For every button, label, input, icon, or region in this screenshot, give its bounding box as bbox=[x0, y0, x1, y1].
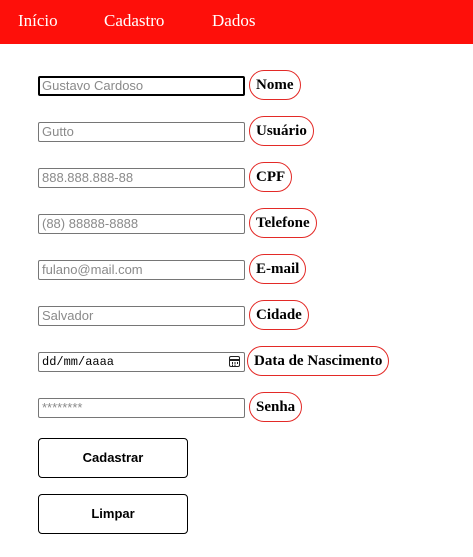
cadastrar-button[interactable]: Cadastrar bbox=[38, 438, 188, 478]
nav-link-dados[interactable]: Dados bbox=[212, 11, 255, 31]
calendar-icon[interactable] bbox=[229, 356, 240, 367]
data-nascimento-input[interactable]: dd/mm/aaaa bbox=[38, 352, 245, 372]
cidade-input[interactable]: Salvador bbox=[38, 306, 245, 326]
data-nascimento-label: Data de Nascimento bbox=[247, 346, 390, 376]
cidade-label: Cidade bbox=[249, 300, 309, 330]
senha-label: Senha bbox=[249, 392, 303, 422]
nav-link-cadastro[interactable]: Cadastro bbox=[104, 11, 164, 31]
cpf-input[interactable]: 888.888.888-88 bbox=[38, 168, 245, 188]
cpf-label: CPF bbox=[249, 162, 293, 192]
telefone-label: Telefone bbox=[249, 208, 317, 238]
telefone-input[interactable]: (88) 88888-8888 bbox=[38, 214, 245, 234]
senha-input[interactable]: ******** bbox=[38, 398, 245, 418]
date-placeholder: dd/mm/aaaa bbox=[42, 355, 115, 369]
nav-link-inicio[interactable]: Início bbox=[18, 11, 58, 31]
usuario-input[interactable]: Gutto bbox=[38, 122, 245, 142]
nome-label: Nome bbox=[249, 70, 301, 100]
limpar-button[interactable]: Limpar bbox=[38, 494, 188, 534]
usuario-label: Usuário bbox=[249, 116, 314, 146]
email-label: E-mail bbox=[249, 254, 307, 284]
navbar: Início Cadastro Dados bbox=[0, 0, 473, 44]
email-input[interactable]: fulano@mail.com bbox=[38, 260, 245, 280]
nome-input[interactable]: Gustavo Cardoso bbox=[38, 76, 245, 96]
